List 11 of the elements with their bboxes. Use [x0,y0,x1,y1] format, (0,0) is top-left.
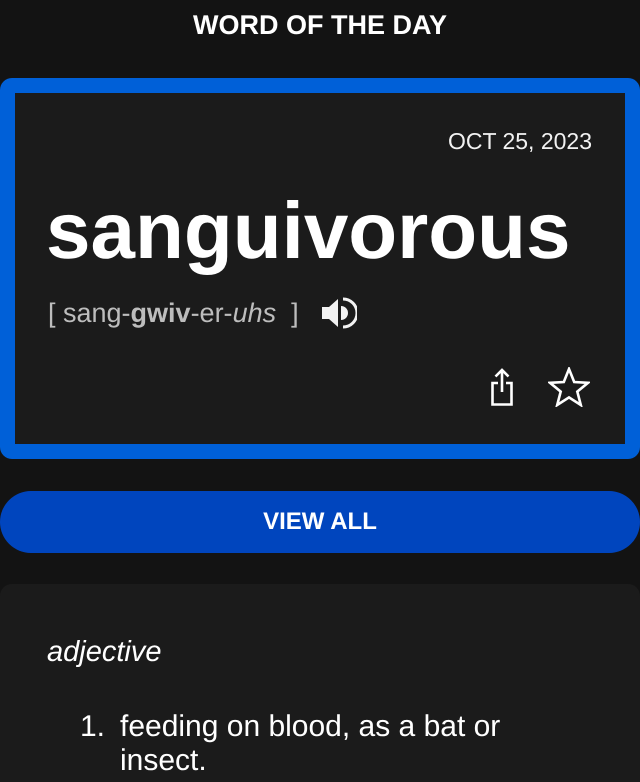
part-of-speech: adjective [47,635,162,669]
speaker-icon[interactable] [320,295,357,331]
star-icon[interactable] [548,367,590,407]
headword: sanguivorous [46,185,571,277]
pronunciation: [ sang-gwiv-er-uhs ] [48,297,299,330]
word-date: OCT 25, 2023 [448,127,592,156]
view-all-button[interactable]: VIEW ALL [0,491,640,553]
definition-text: feeding on blood, as a bat or insect. [120,710,502,778]
share-icon[interactable] [491,368,513,406]
page-title: WORD OF THE DAY [192,9,447,42]
sense-number: 1. [80,710,106,744]
